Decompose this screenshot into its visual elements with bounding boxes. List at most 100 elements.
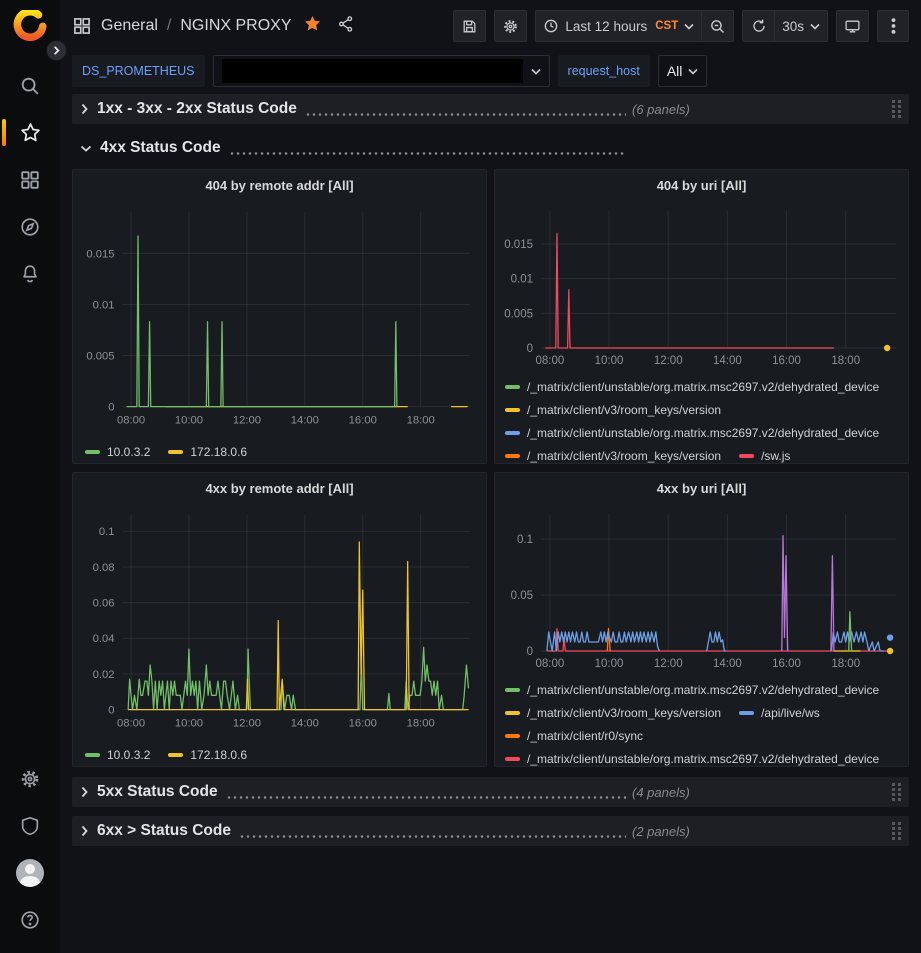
sidebar-expand-button[interactable] xyxy=(46,40,67,61)
legend-series-label: 172.18.0.6 xyxy=(190,748,247,762)
legend-series-label: /_matrix/client/r0/sync xyxy=(527,729,643,743)
grafana-logo-icon[interactable] xyxy=(13,10,47,44)
legend-item[interactable]: 172.18.0.6 xyxy=(168,743,247,766)
panel-404-by-remote-addr: 404 by remote addr [All]00.0050.010.0150… xyxy=(72,169,487,464)
sidebar-item-server-admin[interactable] xyxy=(0,802,60,849)
series-point-marker xyxy=(887,648,893,654)
chevron-down-icon xyxy=(80,144,92,153)
chart-canvas[interactable]: 00.050.108:0010:0012:0014:0016:0018:00 xyxy=(495,503,908,678)
sidebar-item-starred[interactable] xyxy=(0,109,60,156)
legend-series-swatch xyxy=(505,688,520,692)
y-axis-tick-label: 0 xyxy=(527,343,533,355)
panel-title[interactable]: 4xx by uri [All] xyxy=(495,473,908,503)
sidebar-item-settings[interactable] xyxy=(0,755,60,802)
legend-item[interactable]: 10.0.3.2 xyxy=(85,440,150,463)
legend-item[interactable]: /api/live/ws xyxy=(739,701,820,724)
sidebar-item-help[interactable] xyxy=(0,896,60,943)
legend-item[interactable]: 10.0.3.2 xyxy=(85,743,150,766)
bell-icon xyxy=(19,263,41,285)
chart-canvas[interactable]: 00.0050.010.01508:0010:0012:0014:0016:00… xyxy=(73,200,486,435)
row-drag-handle[interactable] xyxy=(892,783,901,801)
legend-item[interactable]: /sw.js xyxy=(739,444,790,463)
x-axis-tick-label: 16:00 xyxy=(349,717,377,729)
x-axis-tick-label: 08:00 xyxy=(117,717,145,729)
refresh-interval-dropdown[interactable]: 30s xyxy=(774,10,828,42)
legend-series-swatch xyxy=(739,454,754,458)
y-axis-tick-label: 0.1 xyxy=(99,526,115,538)
sidebar-item-profile[interactable] xyxy=(0,849,60,896)
legend-item[interactable]: /_matrix/client/v3/room_keys/version xyxy=(505,444,721,463)
sidebar-item-alerting[interactable] xyxy=(0,250,60,297)
chart-canvas[interactable]: 00.020.040.060.080.108:0010:0012:0014:00… xyxy=(73,503,486,738)
y-axis-tick-label: 0.02 xyxy=(93,669,115,681)
series-point-marker xyxy=(887,634,893,640)
legend-series-label: /_matrix/client/v3/room_keys/version xyxy=(527,403,721,417)
breadcrumb-folder[interactable]: General xyxy=(101,17,158,35)
row-5xx-status-code[interactable]: 5xx Status Code (4 panels) xyxy=(72,777,909,807)
sidebar-item-dashboards[interactable] xyxy=(0,156,60,203)
legend-item[interactable]: /_matrix/client/unstable/org.matrix.msc2… xyxy=(505,678,879,701)
legend-item[interactable]: /_matrix/client/v3/room_keys/version xyxy=(505,701,721,724)
row-6xx-status-code[interactable]: 6xx > Status Code (2 panels) xyxy=(72,816,909,846)
legend-series-swatch xyxy=(85,450,100,454)
favorite-star-icon[interactable] xyxy=(303,14,322,38)
sidebar-item-explore[interactable] xyxy=(0,203,60,250)
panel-legend: 10.0.3.2 172.18.0.6 xyxy=(73,435,486,463)
panel-title[interactable]: 404 by uri [All] xyxy=(495,170,908,200)
sidebar-item-search[interactable] xyxy=(0,62,60,109)
panel-legend: /_matrix/client/unstable/org.matrix.msc2… xyxy=(495,375,908,463)
x-axis-tick-label: 12:00 xyxy=(654,355,683,367)
legend-item[interactable]: /_matrix/client/unstable/org.matrix.msc2… xyxy=(505,375,879,398)
chart-canvas[interactable]: 00.0050.010.01508:0010:0012:0014:0016:00… xyxy=(495,200,908,375)
star-icon xyxy=(19,121,42,144)
panel-title[interactable]: 4xx by remote addr [All] xyxy=(73,473,486,503)
cycle-view-mode-button[interactable] xyxy=(836,10,869,42)
legend-series-swatch xyxy=(168,753,183,757)
panel-4xx-by-remote-addr: 4xx by remote addr [All]00.020.040.060.0… xyxy=(72,472,487,767)
gear-icon xyxy=(502,18,519,35)
legend-item[interactable]: /_matrix/client/unstable/org.matrix.msc2… xyxy=(505,747,879,766)
legend-item[interactable]: 172.18.0.6 xyxy=(168,440,247,463)
refresh-button[interactable] xyxy=(742,10,774,42)
row-drag-handle[interactable] xyxy=(892,822,901,840)
x-axis-tick-label: 18:00 xyxy=(407,717,435,729)
legend-series-label: /_matrix/client/unstable/org.matrix.msc2… xyxy=(527,752,879,766)
x-axis-tick-label: 18:00 xyxy=(407,414,435,426)
y-axis-tick-label: 0.08 xyxy=(93,562,115,574)
chevron-down-icon xyxy=(688,68,698,75)
share-icon[interactable] xyxy=(337,15,355,38)
legend-item[interactable]: /_matrix/client/r0/sync xyxy=(505,724,643,747)
series-line xyxy=(545,234,834,348)
dashboard-title[interactable]: NGINX PROXY xyxy=(180,17,291,35)
dashboard-settings-button[interactable] xyxy=(494,10,527,42)
save-dashboard-button[interactable] xyxy=(453,10,486,42)
row-panel-count: (2 panels) xyxy=(632,824,690,839)
panel-title[interactable]: 404 by remote addr [All] xyxy=(73,170,486,200)
legend-series-label: /_matrix/client/v3/room_keys/version xyxy=(527,449,721,463)
more-options-button[interactable] xyxy=(877,10,909,42)
x-axis-tick-label: 16:00 xyxy=(349,414,377,426)
y-axis-tick-label: 0.005 xyxy=(504,308,533,320)
x-axis-tick-label: 12:00 xyxy=(233,414,261,426)
y-axis-tick-label: 0.015 xyxy=(504,239,533,251)
x-axis-tick-label: 16:00 xyxy=(772,355,801,367)
dashboard-header: General / NGINX PROXY xyxy=(60,0,921,52)
chevron-down-icon xyxy=(810,23,820,30)
legend-series-label: 172.18.0.6 xyxy=(190,445,247,459)
row-4xx-status-code[interactable]: 4xx Status Code xyxy=(72,133,909,163)
zoom-out-time-button[interactable] xyxy=(701,10,734,42)
row-drag-handle[interactable] xyxy=(892,100,901,118)
x-axis-tick-label: 12:00 xyxy=(233,717,261,729)
chevron-right-icon xyxy=(80,103,89,115)
legend-item[interactable]: /_matrix/client/v3/room_keys/version xyxy=(505,398,721,421)
y-axis-tick-label: 0.1 xyxy=(517,534,533,546)
y-axis-tick-label: 0 xyxy=(108,705,114,717)
x-axis-tick-label: 16:00 xyxy=(772,658,801,670)
row-1xx-3xx-2xx-status-code[interactable]: 1xx - 3xx - 2xx Status Code (6 panels) xyxy=(72,94,909,124)
time-range-picker[interactable]: Last 12 hours CST xyxy=(535,10,701,42)
legend-item[interactable]: /_matrix/client/unstable/org.matrix.msc2… xyxy=(505,421,879,444)
variable-select-ds-prometheus[interactable] xyxy=(213,55,550,87)
variable-select-request-host[interactable]: All xyxy=(658,55,708,87)
panel-legend: /_matrix/client/unstable/org.matrix.msc2… xyxy=(495,678,908,766)
legend-series-swatch xyxy=(505,408,520,412)
